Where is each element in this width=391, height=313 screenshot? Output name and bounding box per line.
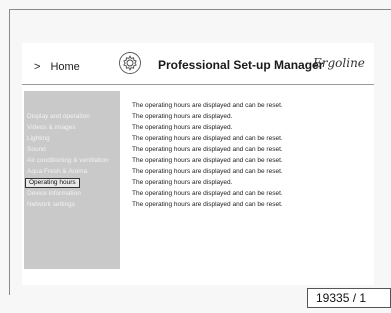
list-item: The operating hours are displayed.: [132, 179, 233, 186]
sidebar-item-aqua-fresh-aroma[interactable]: Aqua Fresh & Aroma: [27, 168, 87, 175]
sidebar-item-sound[interactable]: Sound: [27, 146, 46, 153]
list-item: The operating hours are displayed.: [132, 113, 233, 120]
brand-logo: Ergoline: [313, 56, 365, 70]
list-item: The operating hours are displayed and ca…: [132, 201, 283, 208]
sidebar-item-network-settings[interactable]: Network settings: [27, 201, 75, 208]
list-item: The operating hours are displayed and ca…: [132, 190, 283, 197]
gear-icon: [119, 52, 141, 74]
list-item: The operating hours are displayed and ca…: [132, 135, 283, 142]
list-item: The operating hours are displayed and ca…: [132, 102, 283, 109]
sidebar-item-device-information[interactable]: Device information: [27, 190, 81, 197]
list-item: The operating hours are displayed.: [132, 124, 233, 131]
chevron-right-icon: >: [34, 61, 41, 73]
list-item: The operating hours are displayed and ca…: [132, 168, 283, 175]
device-screen: > Home Professional Set-up Manager Ergol…: [22, 43, 374, 285]
list-item: The operating hours are displayed and ca…: [132, 146, 283, 153]
sidebar-item-lighting[interactable]: Lighting: [27, 135, 50, 142]
page-title: Professional Set-up Manager: [158, 58, 324, 72]
sidebar-item-videos-images[interactable]: Videos & images: [27, 124, 76, 131]
sidebar-item-air-conditioning[interactable]: Air conditioning & ventilation: [27, 157, 109, 164]
header-bar: > Home Professional Set-up Manager Ergol…: [22, 43, 374, 85]
home-button[interactable]: > Home: [34, 59, 80, 75]
sidebar-item-display-and-operation[interactable]: Display and operation: [27, 113, 90, 120]
sidebar: Display and operation Videos & images Li…: [24, 91, 120, 269]
home-label: Home: [50, 61, 80, 73]
sidebar-item-operating-hours[interactable]: Operating hours: [25, 178, 80, 188]
figure-reference-label: 19335 / 1: [307, 288, 391, 308]
list-item: The operating hours are displayed and ca…: [132, 157, 283, 164]
